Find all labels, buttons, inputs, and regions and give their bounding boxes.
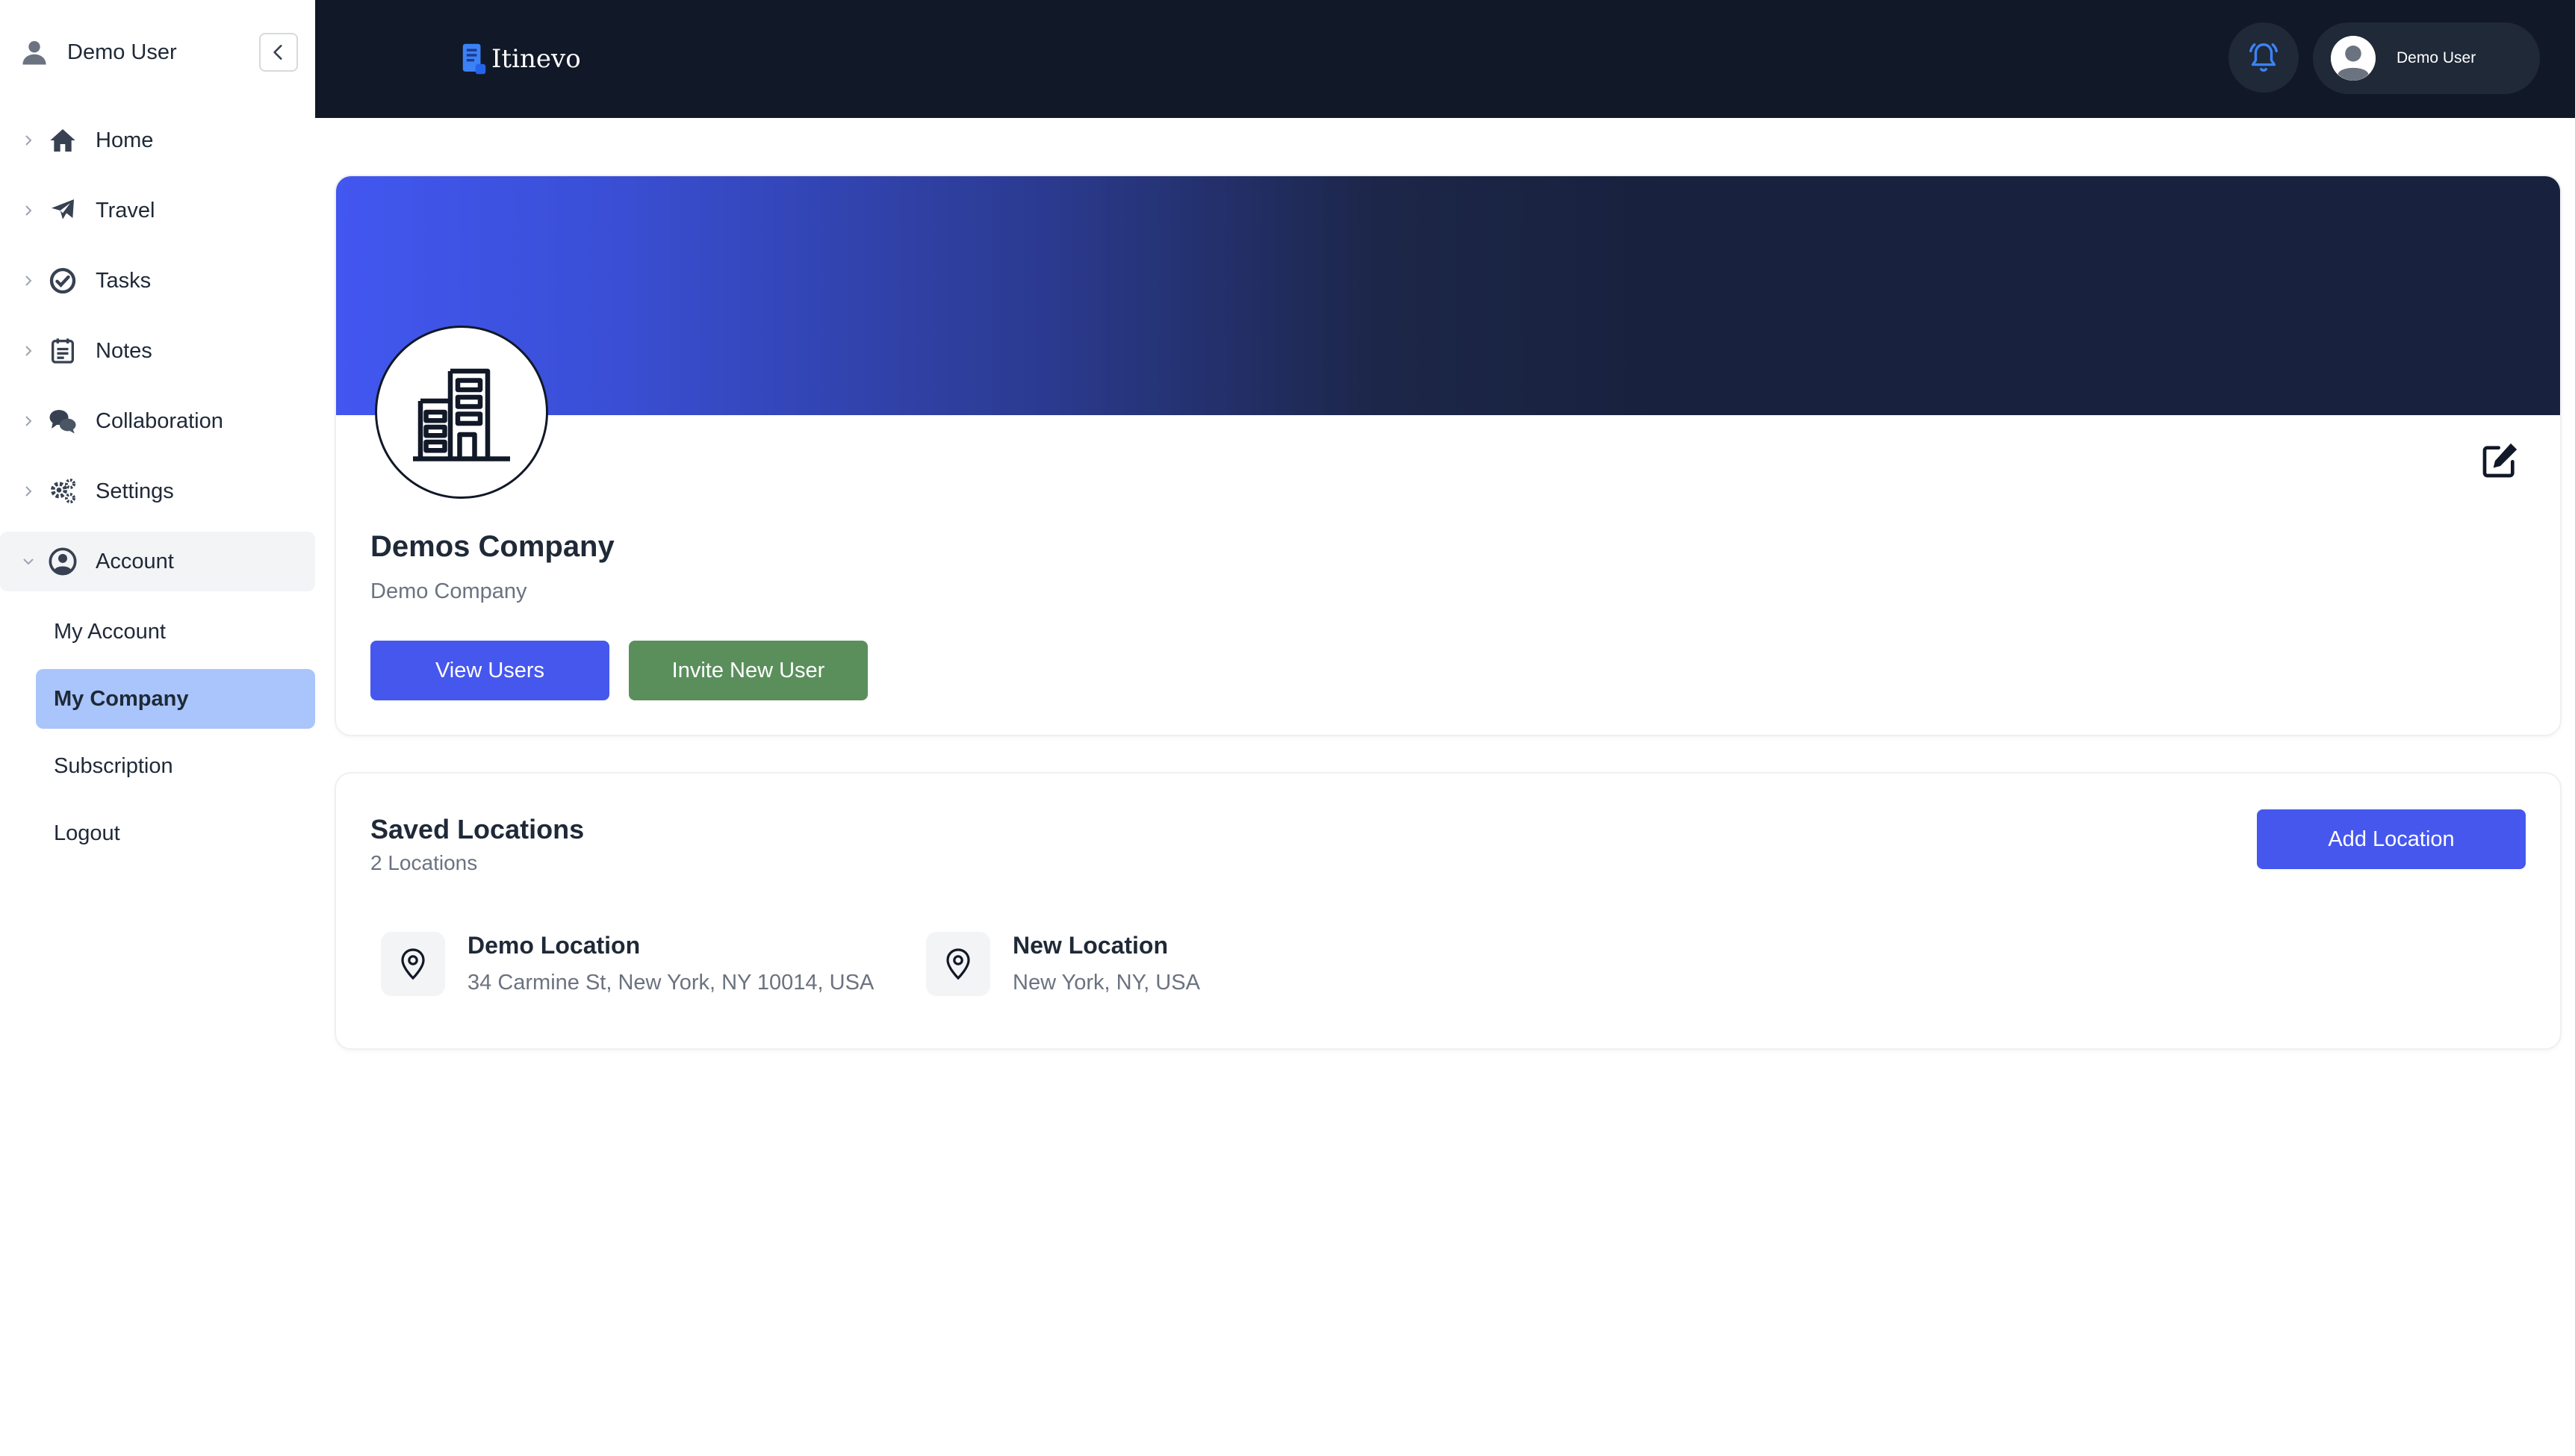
sidebar-item-settings[interactable]: Settings <box>0 461 315 521</box>
chevron-right-icon <box>25 416 32 426</box>
gears-icon <box>51 479 75 504</box>
location-name: New Location <box>1013 932 1169 959</box>
sidebar-subitem-label: My Company <box>54 687 189 711</box>
saved-locations-card: Saved Locations 2 Locations Add Location… <box>335 772 2562 1050</box>
location-address: 34 Carmine St, New York, NY 10014, USA <box>468 971 875 995</box>
app-logo[interactable]: Itinevo <box>462 40 581 78</box>
collapse-sidebar-button[interactable] <box>259 33 298 72</box>
edit-company-button[interactable] <box>2479 439 2521 481</box>
map-pin-icon <box>401 948 425 980</box>
sidebar-subitem-label: My Account <box>54 620 166 644</box>
sidebar-item-tasks[interactable]: Tasks <box>0 251 315 311</box>
check-circle-icon <box>49 267 76 294</box>
account-icon <box>49 547 77 576</box>
sidebar-subitem-label: Subscription <box>54 754 173 778</box>
building-icon <box>413 368 510 461</box>
chevron-right-icon <box>25 135 32 146</box>
chat-icon <box>49 410 76 434</box>
sidebar-item-home[interactable]: Home <box>0 111 315 170</box>
sidebar-user[interactable]: Demo User <box>18 33 177 72</box>
sidebar-item-label: Settings <box>96 479 174 503</box>
sidebar-subitem-my-account[interactable]: My Account <box>36 602 315 662</box>
company-name: Demos Company <box>370 530 615 563</box>
company-subtitle: Demo Company <box>370 579 527 603</box>
location-pin-box <box>381 932 445 996</box>
saved-locations-title: Saved Locations <box>370 814 585 844</box>
logo-mark-icon <box>462 43 486 75</box>
location-pin-box <box>926 932 990 996</box>
profile-banner <box>336 176 2560 415</box>
location-name: Demo Location <box>468 932 641 959</box>
user-menu-button[interactable]: Demo User <box>2313 22 2540 94</box>
chevron-down-icon <box>23 559 34 565</box>
sidebar-subitem-my-company[interactable]: My Company <box>36 669 315 729</box>
sidebar: Demo User Home Travel Tasks Notes Collab… <box>0 0 315 1456</box>
edit-icon <box>2482 443 2517 478</box>
chevron-right-icon <box>25 486 32 497</box>
view-users-button[interactable]: View Users <box>370 641 609 700</box>
sidebar-item-notes[interactable]: Notes <box>0 321 315 381</box>
sidebar-item-collaboration[interactable]: Collaboration <box>0 391 315 451</box>
bell-icon <box>2249 43 2278 72</box>
locations-count: 2 Locations <box>370 851 478 874</box>
sidebar-subitem-label: Logout <box>54 821 120 845</box>
chevron-right-icon <box>25 205 32 216</box>
sidebar-item-label: Account <box>96 550 174 573</box>
sidebar-item-account[interactable]: Account <box>0 532 315 591</box>
sidebar-user-name: Demo User <box>67 40 177 64</box>
chevron-left-icon <box>273 45 282 60</box>
notes-icon <box>52 338 74 364</box>
user-menu-name: Demo User <box>2397 49 2476 66</box>
company-logo <box>375 326 548 499</box>
sidebar-item-label: Notes <box>96 339 152 363</box>
sidebar-item-label: Tasks <box>96 269 152 293</box>
sidebar-subitem-subscription[interactable]: Subscription <box>36 736 315 796</box>
sidebar-item-label: Home <box>96 128 154 152</box>
top-bar: Itinevo Demo User <box>315 0 2575 118</box>
user-avatar-icon <box>2331 36 2376 81</box>
notifications-button[interactable] <box>2228 22 2299 93</box>
sidebar-item-label: Travel <box>96 199 155 223</box>
logo-text: Itinevo <box>491 44 581 74</box>
location-address: New York, NY, USA <box>1013 971 1200 995</box>
chevron-right-icon <box>25 276 32 286</box>
user-icon <box>22 40 46 65</box>
map-pin-icon <box>946 948 970 980</box>
chevron-right-icon <box>25 346 32 356</box>
avatar <box>2331 36 2376 81</box>
add-location-button[interactable]: Add Location <box>2257 809 2526 869</box>
company-profile-card: Demos Company Demo Company View Users In… <box>335 175 2562 736</box>
sidebar-subitem-logout[interactable]: Logout <box>36 803 315 863</box>
sidebar-item-label: Collaboration <box>96 409 223 433</box>
invite-new-user-button[interactable]: Invite New User <box>629 641 868 700</box>
sidebar-item-travel[interactable]: Travel <box>0 181 315 240</box>
plane-icon <box>52 199 74 220</box>
home-icon <box>50 129 75 152</box>
